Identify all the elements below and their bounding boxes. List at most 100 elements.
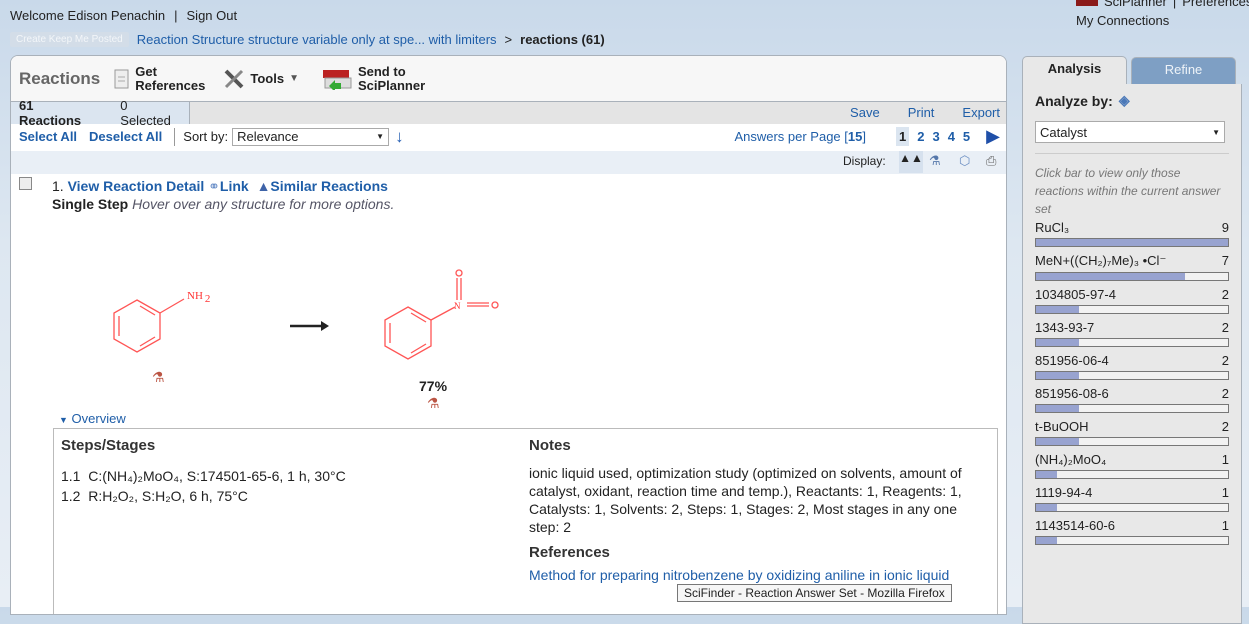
analysis-bar-item[interactable]: 851956-06-4 2 — [1035, 353, 1229, 380]
bar-count: 1 — [1221, 452, 1229, 467]
bar-count: 2 — [1221, 353, 1229, 368]
analysis-bar-item[interactable]: 1034805-97-4 2 — [1035, 287, 1229, 314]
analysis-bar-item[interactable]: 851956-08-6 2 — [1035, 386, 1229, 413]
sort-select[interactable]: Relevance ▼ — [232, 127, 390, 146]
deselect-all-link[interactable]: Deselect All — [89, 129, 162, 144]
next-page-icon[interactable]: ▶ — [986, 126, 1000, 147]
welcome-text: Welcome Edison Penachin — [10, 8, 166, 23]
reference-link[interactable]: Method for preparing nitrobenzene by oxi… — [529, 567, 989, 583]
sign-out-link[interactable]: Sign Out — [187, 8, 238, 23]
select-all-link[interactable]: Select All — [19, 129, 77, 144]
bar-track[interactable] — [1035, 238, 1229, 247]
sciplanner-link[interactable]: SciPlanner — [1104, 0, 1167, 9]
send-to-sciplanner-button[interactable]: Send to SciPlanner — [322, 64, 425, 93]
analysis-bar-item[interactable]: MeN+((CH₂)₇Me)₃ •Cl⁻ 7 — [1035, 253, 1229, 281]
link-icon: ⚭ — [208, 178, 220, 194]
bar-label: 1343-93-7 — [1035, 320, 1095, 335]
bar-label: 1143514-60-6 — [1035, 518, 1115, 533]
bar-label: MeN+((CH₂)₇Me)₃ •Cl⁻ — [1035, 253, 1167, 268]
info-icon[interactable]: ◈ — [1119, 92, 1130, 109]
aniline-structure[interactable] — [113, 298, 185, 353]
display-print-icon[interactable]: ⎙ — [986, 153, 996, 169]
save-link[interactable]: Save — [850, 105, 880, 120]
reactant-info-icon[interactable]: ⚗ — [152, 369, 165, 386]
bar-track[interactable] — [1035, 338, 1229, 347]
breadcrumb-separator: > — [504, 32, 513, 47]
bar-count: 2 — [1221, 386, 1229, 401]
references-title: References — [529, 544, 610, 561]
analysis-bar-item[interactable]: 1119-94-4 1 — [1035, 485, 1229, 512]
print-link[interactable]: Print — [908, 105, 935, 120]
display-hexagon-icon[interactable]: ⬡ — [959, 153, 970, 169]
analysis-bar-item[interactable]: (NH₄)₂MoO₄ 1 — [1035, 452, 1229, 479]
preferences-link[interactable]: Preferences — [1182, 0, 1249, 9]
my-connections-link[interactable]: My Connections — [1076, 13, 1249, 28]
analysis-bar-item[interactable]: t-BuOOH 2 — [1035, 419, 1229, 446]
nitrobenzene-structure[interactable] — [384, 269, 499, 360]
bar-count: 2 — [1221, 320, 1229, 335]
new-sciplanner-icon — [322, 69, 352, 90]
analysis-hint: Click bar to view only those reactions w… — [1035, 153, 1229, 218]
pager: Answers per Page [15] 1 2 3 4 5 ▶ — [734, 124, 1000, 149]
tab-analysis[interactable]: Analysis — [1022, 56, 1127, 84]
bar-track[interactable] — [1035, 305, 1229, 314]
analysis-bar-item[interactable]: 1143514-60-6 1 — [1035, 518, 1229, 545]
tab-refine[interactable]: Refine — [1131, 57, 1236, 84]
bar-track[interactable] — [1035, 470, 1229, 479]
answers-per-page-label: Answers per Page [ — [734, 129, 848, 144]
answers-per-page-close: ] — [862, 129, 866, 144]
product-info-icon[interactable]: ⚗ — [427, 395, 440, 412]
display-row: Display: ▲▲ ⚗ ⬡ ⎙ — [11, 151, 1006, 174]
bar-track[interactable] — [1035, 437, 1229, 446]
tools-menu-button[interactable]: Tools ▼ — [223, 68, 299, 90]
bar-fill — [1036, 239, 1228, 246]
steps-section: Steps/Stages 1.1 C:(NH₄)₂MoO₄, S:174501-… — [61, 437, 501, 506]
link-link[interactable]: Link — [220, 178, 249, 194]
overview-toggle[interactable]: ▼ Overview — [59, 411, 126, 426]
step-type: Single Step — [52, 196, 129, 212]
analyze-by-value: Catalyst — [1040, 124, 1087, 140]
nitrogen-atom-label: N — [454, 301, 461, 311]
status-bar: 61 Reactions 0 Selected Save Print Export — [11, 98, 1006, 128]
keep-me-posted-button[interactable]: Create Keep Me Posted — [10, 32, 129, 47]
analyze-by-select[interactable]: Catalyst ▼ — [1035, 121, 1225, 143]
sort-direction-arrow-icon[interactable]: ↓ — [395, 127, 404, 147]
top-right-links: SciPlanner | Preferences My Connections — [1076, 0, 1249, 28]
breadcrumb-query-link[interactable]: Reaction Structure structure variable on… — [137, 32, 497, 47]
hover-hint: Hover over any structure for more option… — [132, 196, 395, 212]
tools-icon — [224, 69, 244, 88]
bar-count: 2 — [1221, 287, 1229, 302]
analysis-tabs: Analysis Refine — [1022, 56, 1242, 84]
result-checkbox[interactable] — [19, 177, 32, 190]
status-actions: Save Print Export — [850, 105, 1000, 120]
step-row: 1.1 C:(NH₄)₂MoO₄, S:174501-65-6, 1 h, 30… — [61, 466, 501, 486]
analysis-bar-item[interactable]: RuCl₃ 9 — [1035, 220, 1229, 247]
get-references-button[interactable]: Get References — [114, 64, 205, 93]
page-3[interactable]: 3 — [932, 129, 939, 144]
display-structures-icon[interactable]: ▲▲ — [899, 151, 923, 173]
page-5[interactable]: 5 — [963, 129, 970, 144]
answers-per-page[interactable]: Answers per Page [15] — [734, 129, 866, 144]
analysis-bar-item[interactable]: 1343-93-7 2 — [1035, 320, 1229, 347]
bar-track[interactable] — [1035, 404, 1229, 413]
page-2[interactable]: 2 — [917, 129, 924, 144]
amine-label: NH 2 — [187, 290, 210, 305]
breadcrumb: Create Keep Me Posted Reaction Structure… — [10, 32, 605, 47]
tools-label: Tools — [250, 70, 285, 86]
display-flask-icon[interactable]: ⚗ — [929, 153, 941, 169]
bar-track[interactable] — [1035, 503, 1229, 512]
page-4[interactable]: 4 — [948, 129, 955, 144]
bar-fill — [1036, 339, 1079, 346]
step-info: Single Step Hover over any structure for… — [52, 196, 394, 212]
reaction-result: 1. View Reaction Detail ⚭Link ▲Similar R… — [11, 174, 1006, 614]
step-number: 1.2 — [61, 488, 81, 504]
bar-track[interactable] — [1035, 536, 1229, 545]
bar-track[interactable] — [1035, 371, 1229, 380]
view-reaction-detail-link[interactable]: View Reaction Detail — [68, 178, 205, 194]
bar-track[interactable] — [1035, 272, 1229, 281]
analysis-bars: RuCl₃ 9 MeN+((CH₂)₇Me)₃ •Cl⁻ 7 1034805-97-4 2… — [1035, 220, 1229, 545]
similar-reactions-link[interactable]: Similar Reactions — [270, 178, 388, 194]
bar-count: 2 — [1221, 419, 1229, 434]
export-link[interactable]: Export — [962, 105, 1000, 120]
page-1: 1 — [895, 127, 910, 146]
